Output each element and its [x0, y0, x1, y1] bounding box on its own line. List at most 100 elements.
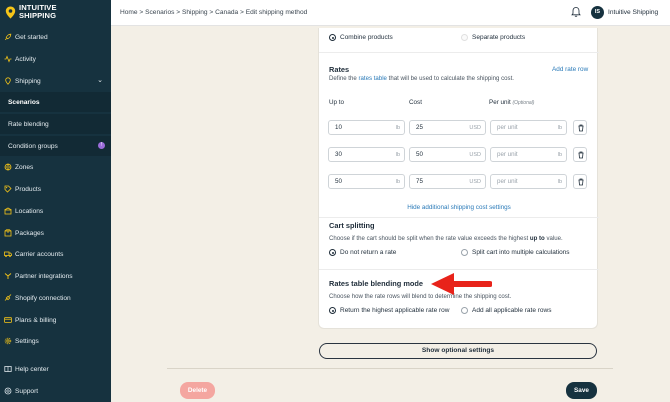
- shopify-icon: [4, 294, 12, 301]
- sidebar-item-label: Carrier accounts: [15, 250, 64, 258]
- rocket-icon: [4, 33, 12, 41]
- location-pin-icon: [5, 6, 16, 18]
- sidebar-item-shipping[interactable]: Shipping ⌄: [0, 71, 111, 91]
- separate-products-option[interactable]: Separate products: [461, 34, 525, 41]
- sidebar-item-support[interactable]: Support: [0, 381, 111, 401]
- radio-unselected-icon: [461, 34, 468, 41]
- divider: [319, 52, 599, 53]
- upto-input[interactable]: 30 lb: [328, 147, 405, 162]
- sidebar-item-label: Shipping: [15, 77, 41, 85]
- rates-title: Rates: [329, 65, 350, 74]
- sidebar-item-label: Support: [15, 387, 39, 395]
- breadcrumb[interactable]: Home > Scenarios > Shipping > Canada > E…: [120, 9, 307, 16]
- sidebar-item-label: Plans & billing: [15, 316, 57, 324]
- bell-icon[interactable]: [570, 6, 582, 18]
- shipping-icon: [5, 77, 11, 85]
- packages-icon: [4, 229, 12, 237]
- sidebar-item-activity[interactable]: Activity: [0, 49, 111, 69]
- sidebar-item-settings[interactable]: Settings: [0, 331, 111, 351]
- activity-icon: [4, 55, 12, 63]
- sidebar-item-label: Locations: [15, 207, 44, 215]
- sidebar: INTUITIVE SHIPPING Get started Activity …: [0, 0, 111, 402]
- sidebar-item-rate-blending[interactable]: Rate blending: [0, 114, 111, 134]
- sidebar-item-scenarios[interactable]: Scenarios: [0, 92, 111, 112]
- combine-products-option[interactable]: Combine products: [329, 34, 393, 41]
- column-header-upto: Up to: [329, 99, 345, 106]
- blending-mode-title: Rates table blending mode: [329, 279, 424, 288]
- sidebar-item-zones[interactable]: Zones: [0, 157, 111, 177]
- save-button[interactable]: Save: [566, 382, 597, 399]
- sidebar-item-label: Settings: [15, 337, 39, 345]
- top-bar: Home > Scenarios > Shipping > Canada > E…: [111, 0, 670, 26]
- trash-icon: [578, 124, 584, 132]
- zones-icon: [4, 163, 12, 171]
- sidebar-item-label: Shopify connection: [15, 294, 71, 302]
- sidebar-item-label: Activity: [15, 55, 36, 63]
- radio-selected-icon: [329, 307, 336, 314]
- per-unit-input[interactable]: per unit lb: [490, 120, 567, 135]
- locations-icon: [4, 207, 12, 215]
- sidebar-item-packages[interactable]: Packages: [0, 223, 111, 243]
- delete-row-button[interactable]: [573, 147, 587, 162]
- billing-icon: [4, 317, 12, 323]
- cart-splitting-description: Choose if the cart should be split when …: [329, 235, 563, 242]
- sidebar-item-shopify-connection[interactable]: Shopify connection: [0, 288, 111, 308]
- sidebar-item-label: Condition groups: [8, 142, 58, 150]
- sidebar-item-condition-groups[interactable]: Condition groups !: [0, 136, 111, 156]
- sidebar-item-get-started[interactable]: Get started: [0, 27, 111, 47]
- radio-unselected-icon: [461, 249, 468, 256]
- sidebar-item-label: Zones: [15, 163, 34, 171]
- sidebar-item-label: Products: [15, 185, 42, 193]
- cart-splitting-title: Cart splitting: [329, 221, 375, 230]
- cost-input[interactable]: 75 USD: [409, 174, 486, 189]
- chevron-down-icon: ⌄: [97, 77, 103, 84]
- upto-input[interactable]: 10 lb: [328, 120, 405, 135]
- brand-logo[interactable]: INTUITIVE SHIPPING: [5, 4, 57, 20]
- radio-selected-icon: [329, 34, 336, 41]
- sidebar-item-partner-integrations[interactable]: Partner integrations: [0, 266, 111, 286]
- upto-input[interactable]: 50 lb: [328, 174, 405, 189]
- sidebar-item-products[interactable]: Products: [0, 179, 111, 199]
- per-unit-input[interactable]: per unit lb: [490, 174, 567, 189]
- per-unit-input[interactable]: per unit lb: [490, 147, 567, 162]
- split-cart-option[interactable]: Split cart into multiple calculations: [461, 249, 570, 256]
- avatar[interactable]: IS: [591, 6, 604, 19]
- alert-badge: !: [98, 142, 105, 149]
- hide-additional-settings-link[interactable]: Hide additional shipping cost settings: [319, 204, 599, 211]
- delete-button[interactable]: Delete: [180, 382, 215, 399]
- footer-divider: [167, 368, 613, 369]
- user-name[interactable]: Intuitive Shipping: [608, 9, 658, 16]
- delete-row-button[interactable]: [573, 174, 587, 189]
- support-icon: [4, 387, 12, 395]
- sidebar-item-plans-billing[interactable]: Plans & billing: [0, 310, 111, 330]
- sidebar-item-label: Scenarios: [8, 98, 40, 106]
- column-header-per-unit: Per unit (Optional): [489, 99, 535, 106]
- partner-icon: [4, 273, 12, 279]
- annotation-arrow-icon: [431, 273, 492, 295]
- rates-table-link[interactable]: rates table: [358, 75, 386, 82]
- carrier-icon: [4, 251, 12, 258]
- column-header-cost: Cost: [409, 99, 422, 106]
- return-highest-rate-option[interactable]: Return the highest applicable rate row: [329, 307, 449, 314]
- add-rate-row-link[interactable]: Add rate row: [552, 66, 588, 73]
- sidebar-item-label: Packages: [15, 229, 44, 237]
- brand-name: INTUITIVE SHIPPING: [19, 3, 57, 20]
- add-all-rates-option[interactable]: Add all applicable rate rows: [461, 307, 552, 314]
- delete-row-button[interactable]: [573, 120, 587, 135]
- divider: [319, 269, 599, 270]
- sidebar-item-help-center[interactable]: Help center: [0, 359, 111, 379]
- sidebar-item-locations[interactable]: Locations: [0, 201, 111, 221]
- radio-selected-icon: [329, 249, 336, 256]
- cost-input[interactable]: 25 USD: [409, 120, 486, 135]
- sidebar-item-label: Partner integrations: [15, 272, 73, 280]
- sidebar-item-label: Rate blending: [8, 120, 49, 128]
- help-icon: [4, 366, 12, 372]
- do-not-return-rate-option[interactable]: Do not return a rate: [329, 249, 396, 256]
- show-optional-settings-button[interactable]: Show optional settings: [319, 343, 597, 359]
- sidebar-item-carrier-accounts[interactable]: Carrier accounts: [0, 244, 111, 264]
- cost-input[interactable]: 50 USD: [409, 147, 486, 162]
- radio-unselected-icon: [461, 307, 468, 314]
- trash-icon: [578, 178, 584, 186]
- sidebar-item-label: Get started: [15, 33, 48, 41]
- trash-icon: [578, 151, 584, 159]
